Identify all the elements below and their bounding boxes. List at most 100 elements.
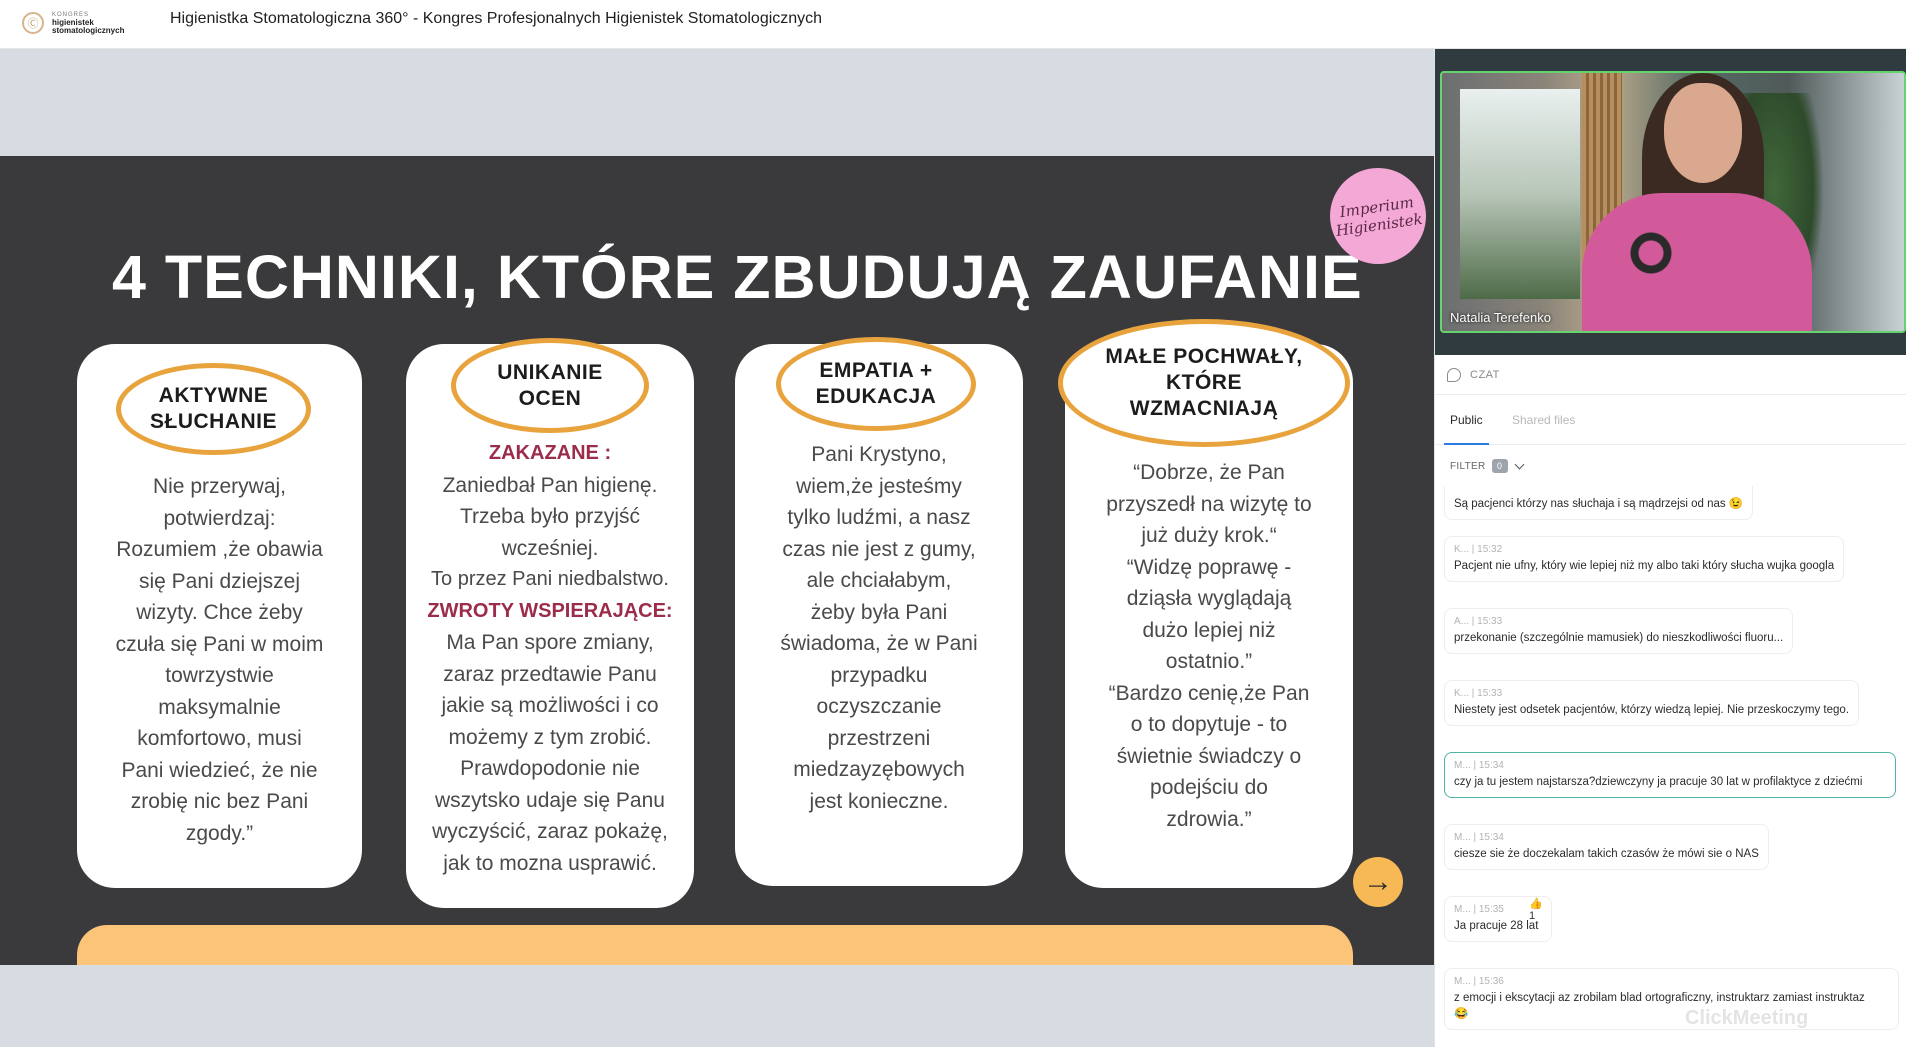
card-text-line: Rozumiem ,że obawia <box>116 538 323 561</box>
card-4-heading-line: WZMACNIAJĄ <box>1129 397 1279 420</box>
filter-row[interactable]: FILTER 0 <box>1435 446 1906 486</box>
card-3-heading-line: EMPATIA + <box>819 359 933 382</box>
card-text-line: wszytsko udaje się Panu <box>435 788 665 812</box>
chat-message: M... | 15:34 ciesze sie że doczekalam ta… <box>1444 824 1769 870</box>
chat-message-list[interactable]: Są pacjenci którzy nas słuchaja i są mąd… <box>1435 486 1906 1047</box>
message-text: z emocji i ekscytacji az zrobilam blad o… <box>1454 992 1865 1004</box>
card-3-body: Pani Krystyno, wiem,że jesteśmy tylko lu… <box>735 439 1023 817</box>
card-text-line: Prawdopodonie nie <box>460 757 640 780</box>
message-meta: M... | 15:34 <box>1454 760 1504 771</box>
card-text-line: “Bardzo cenię,że Pan <box>1108 681 1310 705</box>
badge-text: Imperium Higienistek <box>1334 192 1424 240</box>
chat-message: K... | 15:32 Pacjent nie ufny, który wie… <box>1444 536 1845 582</box>
message-text: ciesze sie że doczekalam takich czasów ż… <box>1454 848 1759 860</box>
message-meta: M... | 15:34 <box>1454 832 1504 843</box>
card-text-line: czas nie jest z gumy, <box>782 537 976 561</box>
card-text-line: ostatnio.” <box>1165 650 1253 673</box>
card-2-heading-oval: UNIKANIE OCEN <box>451 338 649 433</box>
presentation-slide: 4 TECHNIKI, KTÓRE ZBUDUJĄ ZAUFANIE Imper… <box>0 156 1434 965</box>
card-text-line: zdrowia.” <box>1166 807 1252 831</box>
card-text-line: Pani wiedzieć, że nie <box>121 758 318 782</box>
card-text-line: wyczyścić, zaraz pokażę, <box>432 820 668 843</box>
chat-header: CZAT <box>1435 355 1906 395</box>
chevron-down-icon[interactable] <box>1514 459 1524 469</box>
message-text: Pacjent nie ufny, który wie lepiej niż m… <box>1454 560 1835 572</box>
side-panel: Natalia Terefenko CZAT Public Shared fil… <box>1434 49 1906 1047</box>
card-1-body: Nie przerywaj, potwierdzaj: Rozumiem ,że… <box>77 471 362 849</box>
card-text-line: przyszedł na wizytę to <box>1106 492 1312 516</box>
tab-public[interactable]: Public <box>1444 395 1489 445</box>
card-3-heading-line: EDUKACJA <box>815 385 937 408</box>
message-text: Niestety jest odsetek pacjentów, którzy … <box>1454 704 1850 716</box>
message-meta: K... | 15:33 <box>1454 688 1503 699</box>
card-text-line: jak to mozna usprawić. <box>443 851 657 875</box>
forbidden-label: ZAKAZANE : <box>488 442 612 464</box>
message-meta: A... | 15:33 <box>1454 616 1503 627</box>
card-text-line: towrzystwie <box>165 664 274 687</box>
top-header: Ⓒ KONGRES higienistek stomatologicznych … <box>0 0 1906 49</box>
card-text-line: jest konieczne. <box>809 789 949 813</box>
chat-message: M... | 15:36 z emocji i ekscytacji az zr… <box>1444 968 1899 1030</box>
card-text-line: Zaniedbał Pan higienę. <box>442 473 658 497</box>
tab-shared-files[interactable]: Shared files <box>1512 395 1575 445</box>
card-text-line: podejściu do <box>1150 776 1268 799</box>
card-text-line: ale chciałabym, <box>806 569 952 592</box>
slide-bottom-banner <box>77 925 1353 965</box>
filter-count-badge: 0 <box>1491 459 1508 473</box>
card-text-line: wiem,że jesteśmy <box>796 474 962 498</box>
thumbs-up-reaction[interactable]: 👍 1 <box>1529 897 1551 922</box>
clickmeeting-watermark: ClickMeeting <box>1685 1007 1809 1029</box>
speaker-video[interactable]: Natalia Terefenko <box>1440 71 1906 333</box>
message-emoji: 😂 <box>1454 1008 1469 1020</box>
message-meta: K... | 15:32 <box>1454 544 1503 555</box>
chat-message-highlighted: M... | 15:34 czy ja tu jestem najstarsza… <box>1444 752 1896 798</box>
filter-label[interactable]: FILTER <box>1450 461 1486 472</box>
card-text-line: dużo lepiej niż <box>1142 618 1276 642</box>
card-text-line: zaraz przedtawie Panu <box>443 662 657 686</box>
chat-message: K... | 15:33 Niestety jest odsetek pacje… <box>1444 680 1860 726</box>
speaker-face <box>1664 83 1742 183</box>
card-4-heading-oval: MAŁE POCHWAŁY, KTÓRE WZMACNIAJĄ <box>1058 319 1350 447</box>
background-window <box>1460 89 1580 299</box>
chat-title: CZAT <box>1470 368 1500 381</box>
card-text-line: świadoma, że w Pani <box>780 632 978 655</box>
card-text-line: Ma Pan spore zmiany, <box>446 631 654 654</box>
card-text-line: się Pani dziejszej <box>138 569 301 593</box>
card-3-heading-oval: EMPATIA + EDUKACJA <box>776 337 976 431</box>
card-2-body: ZAKAZANE : Zaniedbał Pan higienę. Trzeba… <box>406 438 694 879</box>
logo-line-3: stomatologicznych <box>52 26 125 35</box>
card-text-line: jakie są możliwości i co <box>441 694 659 717</box>
card-text-line: wcześniej. <box>501 536 599 560</box>
congress-logo[interactable]: Ⓒ KONGRES higienistek stomatologicznych <box>22 4 140 42</box>
card-text-line: zgody.” <box>185 821 254 845</box>
card-text-line: świetnie świadczy o <box>1116 744 1302 768</box>
chat-message: M... | 15:35 Ja pracuje 28 lat 👍 1 <box>1444 896 1552 942</box>
card-text-line: maksymalnie <box>158 695 281 719</box>
supportive-phrases-label: ZWROTY WSPIERAJĄCE: <box>427 599 673 622</box>
card-text-line: dziąsła wyglądają <box>1126 587 1292 610</box>
presentation-stage: 4 TECHNIKI, KTÓRE ZBUDUJĄ ZAUFANIE Imper… <box>0 49 1434 1047</box>
card-text-line: żeby była Pani <box>810 600 948 624</box>
logo-mark-icon: Ⓒ <box>22 12 44 34</box>
card-text-line: już duży krok.“ <box>1141 524 1277 547</box>
card-4-heading-line: KTÓRE <box>1165 371 1242 394</box>
card-text-line: o to dopytuje - to <box>1130 713 1288 736</box>
card-text-line: “Widzę poprawę - <box>1126 555 1292 579</box>
message-meta <box>1454 486 1743 496</box>
card-text-line: komfortowo, musi <box>137 727 302 750</box>
card-text-line: Nie przerywaj, <box>152 475 287 498</box>
card-4-body: “Dobrze, że Pan przyszedł na wizytę to j… <box>1065 457 1353 835</box>
next-slide-arrow-icon[interactable]: → <box>1353 857 1403 907</box>
message-text: Są pacjenci którzy nas słuchaja i są mąd… <box>1454 498 1744 510</box>
card-text-line: To przez Pani niedbalstwo. <box>431 568 669 590</box>
card-text-line: oczyszczanie <box>816 695 942 718</box>
slide-title: 4 TECHNIKI, KTÓRE ZBUDUJĄ ZAUFANIE <box>112 243 1363 311</box>
video-area: Natalia Terefenko <box>1435 49 1906 355</box>
card-1-heading-oval: AKTYWNE SŁUCHANIE <box>116 363 311 455</box>
chat-bubble-icon <box>1447 367 1461 382</box>
card-text-line: wizyty. Chce żeby <box>136 601 303 624</box>
event-title: Higienistka Stomatologiczna 360° - Kongr… <box>170 10 823 27</box>
card-text-line: miedzayzębowych <box>793 758 965 781</box>
imperium-badge: Imperium Higienistek <box>1330 168 1426 264</box>
card-text-line: przestrzeni <box>827 726 931 750</box>
